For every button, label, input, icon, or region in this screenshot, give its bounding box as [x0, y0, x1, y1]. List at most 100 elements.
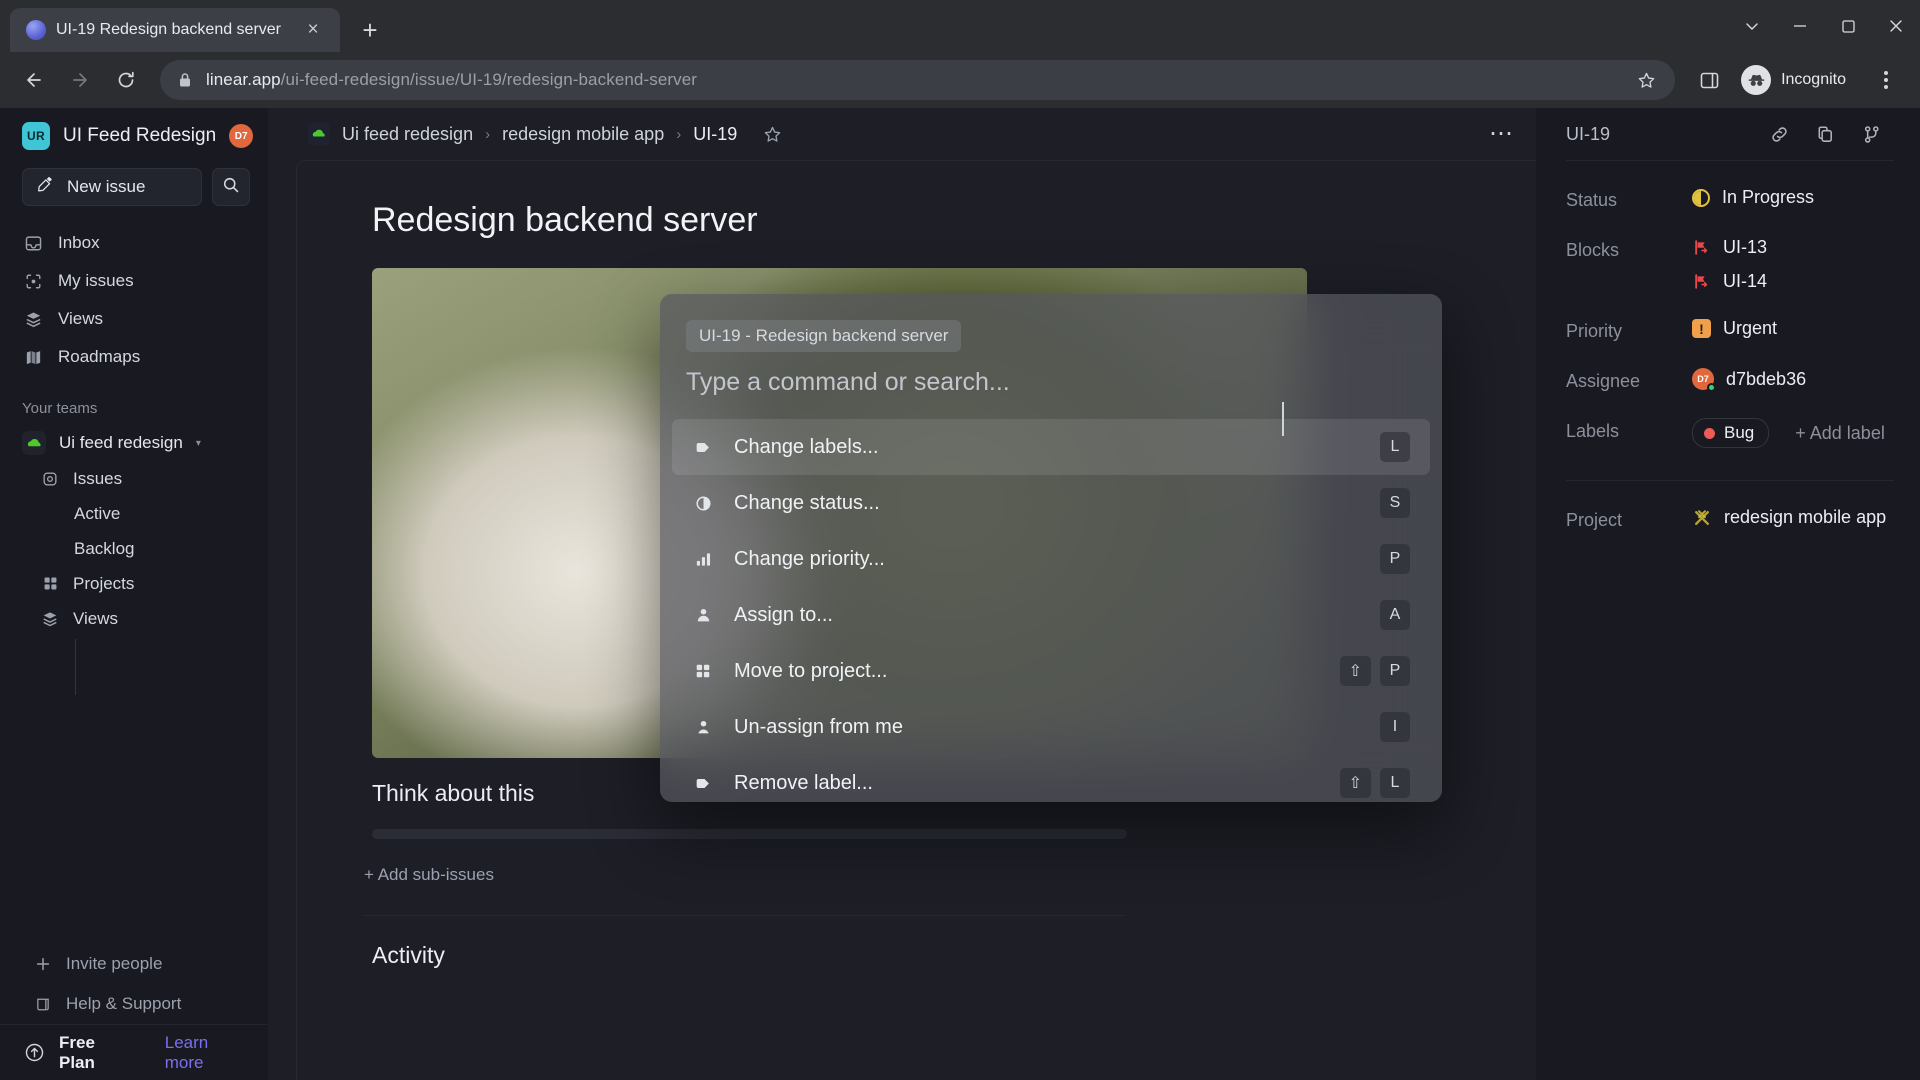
- assignee-value: d7bdeb36: [1726, 368, 1807, 389]
- divider: [364, 915, 1124, 916]
- property-blocks[interactable]: Blocks UI-13 UI-14: [1536, 237, 1920, 292]
- property-labels[interactable]: Labels Bug + Add label: [1536, 418, 1920, 448]
- link-icon[interactable]: [1756, 114, 1802, 154]
- property-value: UI-13 UI-14: [1692, 237, 1767, 292]
- book-icon: [34, 996, 52, 1013]
- incognito-label: Incognito: [1781, 71, 1846, 88]
- blocks-item[interactable]: UI-14: [1692, 271, 1767, 292]
- branch-icon[interactable]: [1848, 114, 1894, 154]
- user-avatar[interactable]: D7: [229, 124, 254, 148]
- sidebar-label: Projects: [73, 573, 135, 593]
- learn-more-link[interactable]: Learn more: [165, 1033, 244, 1073]
- incognito-profile-button[interactable]: Incognito: [1735, 60, 1860, 100]
- priority-value: Urgent: [1723, 318, 1778, 338]
- palette-item-change-labels[interactable]: Change labels... L: [672, 419, 1430, 475]
- sidebar-label: Inbox: [58, 233, 100, 252]
- new-issue-button[interactable]: New issue: [22, 168, 202, 206]
- help-support-button[interactable]: Help & Support: [24, 984, 244, 1024]
- plan-bar: Free Plan Learn more: [0, 1024, 268, 1080]
- more-options-icon[interactable]: ⋯: [1489, 122, 1514, 146]
- sidebar-item-active[interactable]: Active: [12, 496, 256, 531]
- reload-icon[interactable]: [106, 60, 146, 100]
- blocks-flag-icon: [1692, 238, 1711, 257]
- copy-icon[interactable]: [1802, 114, 1848, 154]
- palette-item-shortcut: L: [1380, 432, 1410, 462]
- help-support-label: Help & Support: [66, 994, 182, 1013]
- sidebar-item-inbox[interactable]: Inbox: [12, 224, 256, 262]
- palette-item-un-assign-from-me[interactable]: Un-assign from me I: [672, 699, 1430, 755]
- forward-icon[interactable]: [60, 60, 100, 100]
- back-icon[interactable]: [14, 60, 54, 100]
- new-tab-button[interactable]: +: [350, 10, 390, 50]
- palette-search-input[interactable]: Type a command or search...: [660, 352, 1442, 436]
- property-value: ! Urgent: [1692, 318, 1777, 339]
- breadcrumb-project[interactable]: redesign mobile app: [502, 124, 664, 145]
- breadcrumb-issue[interactable]: UI-19: [693, 124, 737, 145]
- sidebar-item-projects[interactable]: Projects: [12, 566, 256, 601]
- palette-item-assign-to[interactable]: Assign to... A: [672, 587, 1430, 643]
- kbd-key: P: [1380, 544, 1410, 574]
- project-icon: [692, 662, 714, 680]
- side-panel-icon[interactable]: [1689, 60, 1729, 100]
- property-priority[interactable]: Priority ! Urgent: [1536, 318, 1920, 342]
- property-status[interactable]: Status In Progress: [1536, 187, 1920, 211]
- team-name: Ui feed redesign: [59, 433, 183, 452]
- content-placeholder-bar: [372, 829, 1127, 839]
- workspace-switcher[interactable]: UR UI Feed Redesign D7: [0, 108, 268, 158]
- minimize-icon[interactable]: [1776, 0, 1824, 52]
- chevron-down-icon[interactable]: [1728, 0, 1776, 52]
- property-label: Blocks: [1566, 240, 1620, 260]
- property-label: Project: [1566, 510, 1623, 530]
- sidebar-item-views[interactable]: Views: [12, 300, 256, 338]
- breadcrumb: Ui feed redesign › redesign mobile app ›…: [268, 108, 1536, 160]
- sidebar-item-backlog[interactable]: Backlog: [12, 531, 256, 566]
- online-status-icon: [1707, 383, 1716, 392]
- property-label: Labels: [1566, 421, 1620, 441]
- label-chip-text: Bug: [1724, 423, 1755, 442]
- blocks-item[interactable]: UI-13: [1692, 237, 1767, 258]
- palette-item-remove-label[interactable]: Remove label... ⇧ L: [672, 755, 1430, 802]
- tab-strip: UI-19 Redesign backend server × +: [0, 0, 1920, 52]
- kbd-key: L: [1380, 432, 1410, 462]
- issue-title[interactable]: Redesign backend server: [372, 201, 1476, 240]
- palette-item-change-priority[interactable]: Change priority... P: [672, 531, 1430, 587]
- palette-context: UI-19 - Redesign backend server: [660, 294, 1442, 352]
- maximize-icon[interactable]: [1824, 0, 1872, 52]
- palette-item-move-to-project[interactable]: Move to project... ⇧ P: [672, 643, 1430, 699]
- tab-title: UI-19 Redesign backend server: [56, 21, 282, 38]
- sidebar-footer: Invite people Help & Support Free Plan L…: [0, 944, 268, 1080]
- property-project[interactable]: Project redesign mobile app: [1536, 507, 1920, 531]
- command-palette[interactable]: UI-19 - Redesign backend server Type a c…: [660, 294, 1442, 802]
- sidebar-item-my-issues[interactable]: My issues: [12, 262, 256, 300]
- palette-item-label: Remove label...: [734, 771, 873, 794]
- add-label-button[interactable]: + Add label: [1795, 423, 1885, 444]
- projects-icon: [40, 575, 60, 592]
- close-window-icon[interactable]: [1872, 0, 1920, 52]
- close-tab-icon[interactable]: ×: [300, 17, 326, 43]
- sidebar-item-roadmaps[interactable]: Roadmaps: [12, 338, 256, 376]
- browser-tab[interactable]: UI-19 Redesign backend server ×: [10, 8, 340, 52]
- palette-item-change-status[interactable]: Change status... S: [672, 475, 1430, 531]
- breadcrumb-team[interactable]: Ui feed redesign: [342, 124, 473, 145]
- palette-item-label: Change status...: [734, 491, 880, 514]
- browser-menu-icon[interactable]: [1866, 60, 1906, 100]
- add-sub-issues-button[interactable]: + Add sub-issues: [364, 865, 1476, 885]
- window-controls: [1728, 0, 1920, 52]
- address-bar[interactable]: linear.app/ui-feed-redesign/issue/UI-19/…: [160, 60, 1676, 100]
- search-button[interactable]: [212, 168, 250, 206]
- sidebar-team-ui-feed-redesign[interactable]: Ui feed redesign ▾: [12, 425, 256, 461]
- property-assignee[interactable]: Assignee D7 d7bdeb36: [1536, 368, 1920, 392]
- sidebar-item-team-views[interactable]: Views: [12, 601, 256, 636]
- palette-item-shortcut: S: [1380, 488, 1410, 518]
- favorite-star-icon[interactable]: [763, 125, 782, 144]
- chevron-down-icon[interactable]: ▾: [196, 438, 201, 449]
- issues-icon: [40, 470, 60, 488]
- bookmark-star-icon[interactable]: [1631, 65, 1661, 95]
- sidebar-item-issues[interactable]: Issues: [12, 461, 256, 496]
- property-label: Assignee: [1566, 371, 1641, 391]
- activity-heading: Activity: [372, 942, 445, 968]
- roadmaps-icon: [22, 348, 44, 367]
- label-chip-bug[interactable]: Bug: [1692, 418, 1770, 448]
- text-cursor: [1282, 402, 1284, 436]
- invite-people-button[interactable]: Invite people: [24, 944, 244, 984]
